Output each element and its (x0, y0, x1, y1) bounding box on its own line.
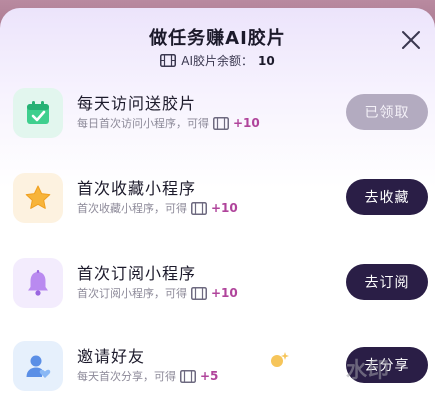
film-icon (160, 54, 177, 67)
task-desc-text: 首次收藏小程序，可得 (77, 202, 187, 215)
film-icon (191, 201, 207, 215)
task-desc: 首次收藏小程序，可得 +10 (77, 200, 238, 216)
task-name: 首次订阅小程序 (77, 264, 197, 283)
task-reward: +10 (211, 201, 238, 215)
task-row-favorite: 首次收藏小程序 首次收藏小程序，可得 +10 去收藏 (0, 173, 435, 243)
star-icon (13, 173, 63, 223)
close-icon[interactable] (399, 28, 423, 52)
favorite-button[interactable]: 去收藏 (346, 179, 428, 215)
task-name: 邀请好友 (77, 347, 146, 366)
task-reward: +5 (200, 369, 219, 383)
bell-icon (13, 258, 63, 308)
task-name: 每天访问送胶片 (77, 94, 197, 113)
claimed-button[interactable]: 已领取 (346, 94, 428, 130)
user-heart-icon (13, 341, 63, 391)
balance-label: AI胶片余额： (181, 54, 254, 68)
task-desc-text: 每天首次分享，可得 (77, 370, 176, 383)
task-reward: +10 (211, 286, 238, 300)
task-row-subscribe: 首次订阅小程序 首次订阅小程序，可得 +10 去订阅 (0, 258, 435, 328)
task-name: 首次收藏小程序 (77, 179, 197, 198)
task-row-daily-visit: 每天访问送胶片 每日首次访问小程序，可得 +10 已领取 (0, 88, 435, 158)
share-button[interactable]: 去分享 (346, 347, 428, 383)
balance-value: 10 (258, 53, 275, 68)
film-icon (180, 369, 196, 383)
task-sheet: 做任务赚AI胶片 AI胶片余额： 10 每天访问送胶片 每日首次访问小程序，可得… (0, 8, 435, 408)
task-desc-text: 每日首次访问小程序，可得 (77, 117, 209, 130)
film-icon (191, 286, 207, 300)
film-balance: AI胶片余额： 10 (0, 52, 435, 69)
subscribe-button[interactable]: 去订阅 (346, 264, 428, 300)
film-icon (213, 116, 229, 130)
sheet-title: 做任务赚AI胶片 (149, 28, 286, 49)
task-desc: 首次订阅小程序，可得 +10 (77, 285, 238, 301)
calendar-check-icon (13, 88, 63, 138)
sparkle-icon (271, 352, 289, 367)
task-desc-text: 首次订阅小程序，可得 (77, 287, 187, 300)
task-reward: +10 (233, 116, 260, 130)
task-row-invite: 邀请好友 每天首次分享，可得 +5 去分享 (0, 341, 435, 408)
task-desc: 每日首次访问小程序，可得 +10 (77, 115, 260, 131)
task-desc: 每天首次分享，可得 +5 (77, 368, 218, 384)
